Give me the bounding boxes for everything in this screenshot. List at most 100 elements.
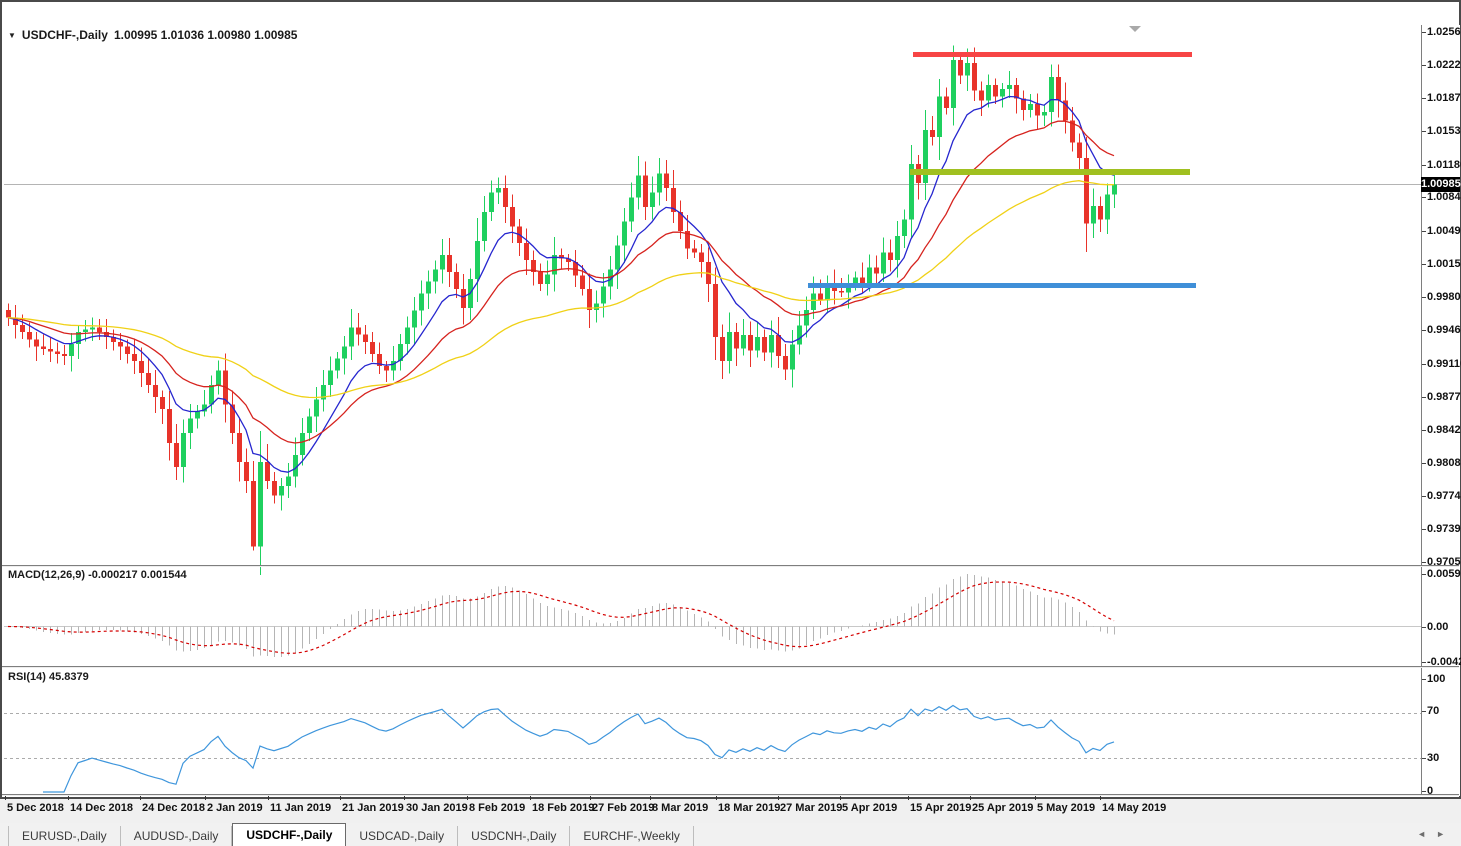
collapse-triangle-icon[interactable]: ▼ <box>8 31 16 40</box>
date-axis-label: 11 Jan 2019 <box>270 802 332 814</box>
date-axis-label: 18 Feb 2019 <box>532 802 595 814</box>
candle <box>762 336 767 353</box>
candle <box>601 286 606 304</box>
date-axis-label: 2 Jan 2019 <box>207 802 263 814</box>
candle <box>713 284 718 337</box>
candle <box>930 130 935 137</box>
price-scale[interactable]: 1.02560 1.02220 1.01870 1.01530 1.01180 1.008… <box>1421 25 1461 797</box>
tab-scroll-arrows: ◄► <box>1417 829 1455 839</box>
candle <box>62 353 67 357</box>
price-axis-label: 1.00490 <box>1422 225 1461 237</box>
candle <box>349 327 354 347</box>
candle <box>741 335 746 349</box>
date-axis-label: 18 Mar 2019 <box>718 802 781 814</box>
candle <box>34 339 39 347</box>
price-axis-label: 1.02560 <box>1422 26 1461 38</box>
candle <box>433 269 438 282</box>
candle <box>510 207 515 227</box>
candle <box>209 385 214 405</box>
chart-tab-audusd[interactable]: AUDUSD-,Daily <box>121 826 233 846</box>
candle <box>363 334 368 342</box>
candle <box>139 361 144 374</box>
candle <box>657 173 662 193</box>
candle <box>440 255 445 270</box>
candle <box>48 348 53 352</box>
chart-quote-values: 1.00995 1.01036 1.00980 1.00985 <box>113 28 298 42</box>
date-axis-label: 21 Jan 2019 <box>342 802 404 814</box>
candle <box>881 252 886 274</box>
indicator-axis-label: 70 <box>1421 705 1440 717</box>
pane-divider-macd[interactable] <box>2 565 1459 566</box>
candle <box>1007 84 1012 89</box>
candle <box>314 399 319 417</box>
candle <box>951 59 956 109</box>
date-axis-label: 5 May 2019 <box>1037 802 1096 814</box>
chart-shift-marker-icon[interactable] <box>1129 26 1141 32</box>
candle <box>664 173 669 188</box>
candle <box>944 96 949 109</box>
candle <box>41 346 46 349</box>
candle <box>937 96 942 137</box>
pane-divider-rsi[interactable] <box>2 666 1459 667</box>
candle <box>636 175 641 198</box>
candle <box>342 346 347 359</box>
candle <box>972 62 977 91</box>
candle <box>146 373 151 386</box>
candle <box>461 288 466 309</box>
candle <box>447 255 452 273</box>
candle <box>888 252 893 261</box>
candle <box>97 327 102 333</box>
macd-name: MACD(12,26,9) <box>8 569 86 581</box>
price-axis-label: 0.97740 <box>1422 490 1461 502</box>
candle <box>55 351 60 354</box>
candle <box>244 462 249 482</box>
candle <box>776 335 781 357</box>
candle <box>923 130 928 184</box>
date-axis-label: 8 Feb 2019 <box>469 802 526 814</box>
chart-tab-eurusd[interactable]: EURUSD-,Daily <box>8 826 121 846</box>
chart-tab-usdchf[interactable]: USDCHF-,Daily <box>232 823 347 846</box>
candle <box>125 346 130 354</box>
price-axis-label: 1.01870 <box>1422 92 1461 104</box>
candle <box>545 274 550 285</box>
candle <box>699 252 704 262</box>
candle <box>6 310 11 318</box>
candle <box>587 288 592 311</box>
candle <box>958 59 963 76</box>
candle <box>755 336 760 351</box>
candle <box>552 255 557 275</box>
price-axis-label: 1.00150 <box>1422 258 1461 270</box>
indicator-axis-label: 0 <box>1421 785 1434 797</box>
chart-tab-usdcnh[interactable]: USDCNH-,Daily <box>458 826 571 846</box>
indicator-axis-label: 100 <box>1421 673 1446 685</box>
candle <box>279 486 284 496</box>
date-axis-label: 5 Dec 2018 <box>7 802 64 814</box>
current-price-tag: 1.00985 <box>1421 177 1461 192</box>
candle <box>1084 158 1089 224</box>
indicator-axis-label: 0.00 <box>1421 621 1449 633</box>
chart-tab-eurchf[interactable]: EURCHF-,Weekly <box>570 826 694 846</box>
candle <box>895 235 900 261</box>
candle <box>979 90 984 101</box>
candle <box>650 192 655 208</box>
candle <box>489 192 494 212</box>
candle <box>132 353 137 362</box>
date-axis-label: 15 Apr 2019 <box>910 802 972 814</box>
candle <box>615 245 620 270</box>
rsi-name: RSI(14) <box>8 671 46 683</box>
candle <box>258 462 263 547</box>
tab-scroll-right-icon[interactable]: ► <box>1436 829 1455 839</box>
candle <box>1105 194 1110 220</box>
chart-tab-usdcad[interactable]: USDCAD-,Daily <box>346 826 459 846</box>
candle <box>860 277 865 284</box>
tab-scroll-left-icon[interactable]: ◄ <box>1417 829 1436 839</box>
chart-plot-area[interactable] <box>2 25 1421 818</box>
candle <box>419 293 424 311</box>
candle <box>27 332 32 340</box>
macd-values: -0.000217 0.001544 <box>88 569 187 581</box>
rsi-label: RSI(14) 45.8379 <box>8 671 89 683</box>
chart-header: ▼ USDCHF-,Daily 1.00995 1.01036 1.00980 … <box>8 28 297 42</box>
candle <box>286 476 291 487</box>
date-axis-label: 25 Apr 2019 <box>972 802 1034 814</box>
candle <box>769 335 774 353</box>
